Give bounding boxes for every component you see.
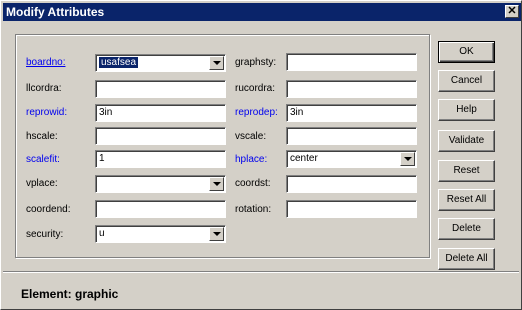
reprowid-input[interactable]: 3in bbox=[95, 104, 226, 122]
modify-attributes-dialog: Modify Attributes ✕ boardno: usafsea llc… bbox=[0, 0, 522, 310]
close-button[interactable]: ✕ bbox=[505, 5, 519, 18]
boardno-select[interactable]: usafsea bbox=[95, 54, 226, 72]
hplace-dropdown-button[interactable] bbox=[400, 152, 415, 166]
cancel-button[interactable]: Cancel bbox=[438, 70, 495, 92]
chevron-down-icon bbox=[213, 61, 221, 65]
graphsty-input[interactable] bbox=[286, 53, 417, 71]
delete-button[interactable]: Delete bbox=[438, 218, 495, 240]
scalefit-input[interactable]: 1 bbox=[95, 150, 226, 168]
boardno-label[interactable]: boardno: bbox=[26, 57, 65, 69]
chevron-down-icon bbox=[404, 157, 412, 161]
validate-button[interactable]: Validate bbox=[438, 130, 495, 152]
scalefit-label: scalefit: bbox=[26, 154, 60, 165]
help-button[interactable]: Help bbox=[438, 99, 495, 121]
hscale-input[interactable] bbox=[95, 127, 226, 145]
boardno-dropdown-button[interactable] bbox=[209, 56, 224, 70]
coordst-input[interactable] bbox=[286, 175, 417, 193]
status-text: Element: graphic bbox=[21, 287, 119, 301]
status-separator bbox=[3, 271, 519, 273]
security-label: security: bbox=[26, 229, 64, 240]
close-icon: ✕ bbox=[507, 5, 517, 17]
vscale-input[interactable] bbox=[286, 127, 417, 145]
ok-button[interactable]: OK bbox=[438, 41, 495, 63]
security-dropdown-button[interactable] bbox=[209, 227, 224, 241]
chevron-down-icon bbox=[213, 182, 221, 186]
security-select[interactable]: u bbox=[95, 225, 226, 243]
reset-all-button[interactable]: Reset All bbox=[438, 189, 495, 211]
coordend-label: coordend: bbox=[26, 204, 71, 215]
llcordra-input[interactable] bbox=[95, 80, 226, 98]
reset-button[interactable]: Reset bbox=[438, 160, 495, 182]
coordst-label: coordst: bbox=[235, 178, 271, 189]
reprodep-label: reprodep: bbox=[235, 107, 278, 118]
hplace-select[interactable]: center bbox=[286, 150, 417, 168]
chevron-down-icon bbox=[213, 232, 221, 236]
vplace-select[interactable] bbox=[95, 175, 226, 193]
boardno-value: usafsea bbox=[99, 57, 139, 68]
rotation-label: rotation: bbox=[235, 204, 272, 215]
reprodep-input[interactable]: 3in bbox=[286, 104, 417, 122]
hscale-label: hscale: bbox=[26, 131, 58, 142]
delete-all-button[interactable]: Delete All bbox=[438, 248, 495, 270]
rucordra-label: rucordra: bbox=[235, 83, 276, 94]
graphsty-label: graphsty: bbox=[235, 57, 277, 68]
rotation-input[interactable] bbox=[286, 200, 417, 218]
reprowid-label: reprowid: bbox=[26, 107, 68, 118]
coordend-input[interactable] bbox=[95, 200, 226, 218]
vplace-dropdown-button[interactable] bbox=[209, 177, 224, 191]
vscale-label: vscale: bbox=[235, 131, 267, 142]
rucordra-input[interactable] bbox=[286, 80, 417, 98]
vplace-label: vplace: bbox=[26, 178, 58, 189]
security-value: u bbox=[99, 228, 105, 239]
window-title: Modify Attributes bbox=[6, 5, 105, 19]
hplace-value: center bbox=[290, 153, 318, 164]
title-bar: Modify Attributes ✕ bbox=[3, 3, 521, 21]
hplace-label: hplace: bbox=[235, 154, 268, 165]
llcordra-label: llcordra: bbox=[26, 83, 62, 94]
